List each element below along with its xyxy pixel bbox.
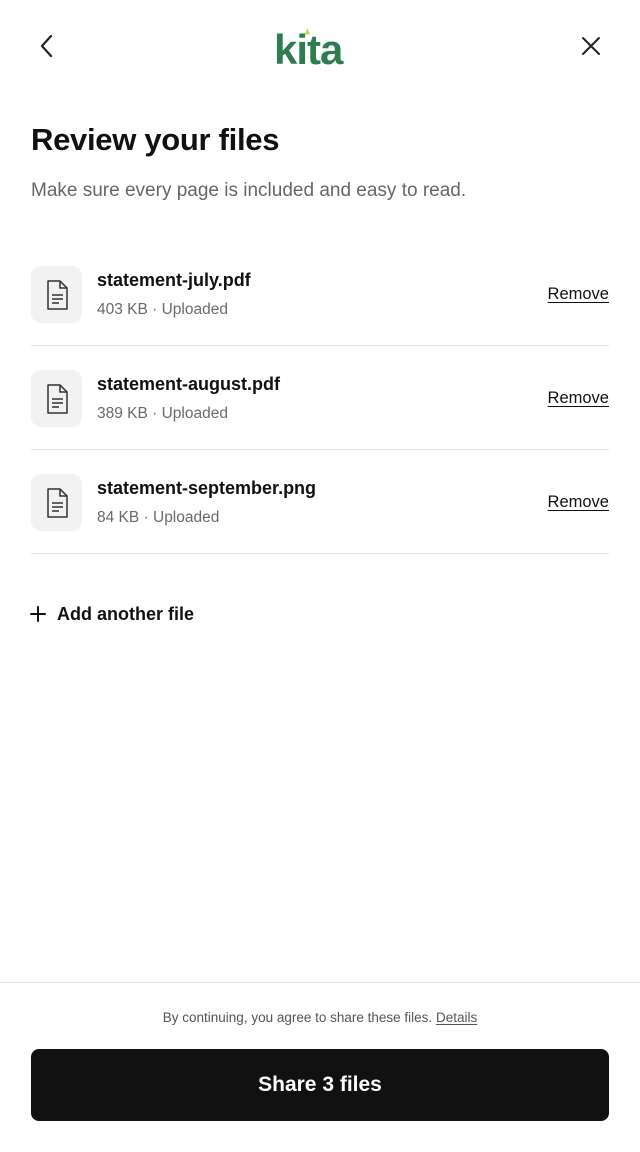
remove-file-button[interactable]: Remove <box>548 493 609 512</box>
file-row: statement-august.pdf 389 KB · Uploaded R… <box>31 346 609 450</box>
file-meta: 403 KB · Uploaded <box>97 301 228 318</box>
footer-divider <box>0 982 640 983</box>
details-link[interactable]: Details <box>436 1010 477 1025</box>
kita-logo: kita <box>272 24 368 73</box>
file-list: statement-july.pdf 403 KB · Uploaded Rem… <box>31 242 609 554</box>
consent-message: By continuing, you agree to share these … <box>162 1010 433 1025</box>
page-subtitle: Make sure every page is included and eas… <box>31 180 467 201</box>
file-name: statement-july.pdf <box>97 270 251 290</box>
file-row: statement-july.pdf 403 KB · Uploaded Rem… <box>31 242 609 346</box>
page-title: Review your files <box>31 122 280 157</box>
document-icon <box>31 266 82 323</box>
add-file-label: Add another file <box>57 603 195 624</box>
close-icon <box>582 37 600 55</box>
back-button[interactable] <box>27 26 67 66</box>
file-name: statement-august.pdf <box>97 374 281 394</box>
close-button[interactable] <box>571 26 611 66</box>
document-icon <box>31 474 82 531</box>
file-meta: 389 KB · Uploaded <box>97 405 228 422</box>
remove-file-button[interactable]: Remove <box>548 285 609 304</box>
file-meta: 84 KB · Uploaded <box>97 509 220 526</box>
file-name: statement-september.png <box>97 478 317 498</box>
document-icon <box>31 370 82 427</box>
plus-icon <box>29 605 47 623</box>
share-files-button[interactable]: Share 3 files <box>31 1049 609 1121</box>
top-bar: kita <box>0 0 640 96</box>
add-file-button[interactable]: Add another file <box>29 601 194 627</box>
chevron-left-icon <box>40 34 53 58</box>
remove-file-button[interactable]: Remove <box>548 389 609 408</box>
consent-text: By continuing, you agree to share these … <box>0 1010 640 1025</box>
file-row: statement-september.png 84 KB · Uploaded… <box>31 450 609 554</box>
